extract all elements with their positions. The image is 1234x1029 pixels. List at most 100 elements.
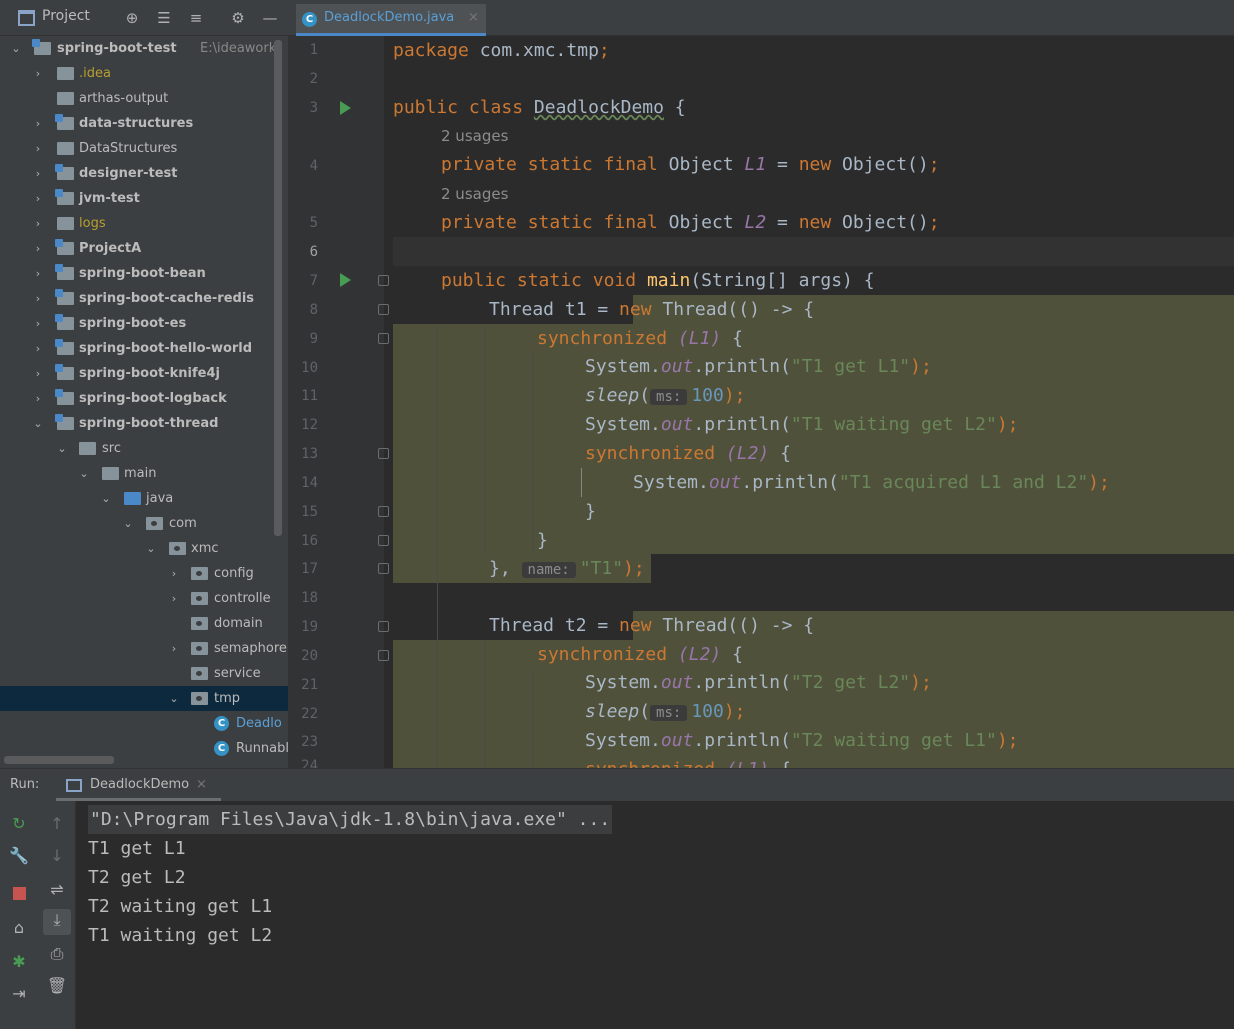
chevron-right-icon[interactable]: › [32, 236, 44, 261]
tree-item-spring-boot-es[interactable]: › spring-boot-es [0, 311, 288, 336]
fold-marker-icon[interactable] [378, 535, 389, 546]
module-folder-icon [55, 414, 74, 430]
chevron-down-icon[interactable]: ⌄ [100, 486, 112, 511]
run-tab-deadlockdemo[interactable]: DeadlockDemo × [56, 771, 221, 801]
tab-deadlockdemo-java[interactable]: C DeadlockDemo.java × [296, 4, 486, 36]
fold-marker-icon[interactable] [378, 506, 389, 517]
fold-marker-icon[interactable] [378, 275, 389, 286]
run-main-icon[interactable] [340, 273, 351, 287]
locate-file-icon[interactable]: ⊕ [122, 8, 142, 28]
close-icon[interactable]: × [468, 10, 479, 25]
tree-item-spring-boot-logback[interactable]: › spring-boot-logback [0, 386, 288, 411]
scroll-to-end-icon[interactable]: ⤓ [43, 909, 71, 935]
console-output[interactable]: "D:\Program Files\Java\jdk-1.8\bin\java.… [88, 805, 1228, 950]
code-text: (String[] args) { [690, 270, 875, 291]
exit-icon[interactable]: ⇥ [8, 983, 30, 1005]
tree-item-spring-boot-cache-redis[interactable]: › spring-boot-cache-redis [0, 286, 288, 311]
close-icon[interactable]: × [196, 777, 207, 792]
usages-hint[interactable]: 2 usages [441, 122, 508, 151]
fold-marker-icon[interactable] [378, 650, 389, 661]
chevron-down-icon[interactable]: ⌄ [122, 511, 134, 536]
rerun-icon[interactable]: ↻ [8, 813, 30, 835]
fold-marker-icon[interactable] [378, 304, 389, 315]
chevron-right-icon[interactable]: › [32, 286, 44, 311]
usages-hint[interactable]: 2 usages [441, 180, 508, 209]
fold-marker-icon[interactable] [378, 621, 389, 632]
chevron-right-icon[interactable]: › [32, 336, 44, 361]
tree-item-datastructures[interactable]: › DataStructures [0, 136, 288, 161]
run-label: Run: [10, 777, 40, 792]
fold-marker-icon[interactable] [378, 448, 389, 459]
chevron-down-icon[interactable]: ⌄ [145, 536, 157, 561]
tree-item-spring-boot-hello-world[interactable]: › spring-boot-hello-world [0, 336, 288, 361]
tree-item-arthas-output[interactable]: arthas-output [0, 86, 288, 111]
tree-item-designer-test[interactable]: › designer-test [0, 161, 288, 186]
tree-item-deadlockdemo[interactable]: C Deadlo [0, 711, 288, 736]
wrench-icon[interactable]: 🔧 [8, 845, 30, 867]
chevron-right-icon[interactable]: › [32, 136, 44, 161]
class-name: DeadlockDemo [533, 97, 664, 118]
tree-vertical-scrollbar[interactable] [274, 40, 282, 536]
collapse-all-icon[interactable]: ≡ [186, 8, 206, 28]
tree-item-java[interactable]: ⌄ java [0, 486, 288, 511]
debug-icon[interactable]: ✱ [8, 951, 30, 973]
tree-item-com[interactable]: ⌄ com [0, 511, 288, 536]
tree-item-projecta[interactable]: › ProjectA [0, 236, 288, 261]
soft-wrap-icon[interactable]: ⇌ [46, 879, 68, 901]
chevron-right-icon[interactable]: › [32, 261, 44, 286]
chevron-down-icon[interactable]: ⌄ [10, 36, 22, 61]
stop-icon[interactable] [8, 883, 30, 905]
chevron-right-icon[interactable]: › [168, 636, 180, 661]
tree-item-data-structures[interactable]: › data-structures [0, 111, 288, 136]
chevron-down-icon[interactable]: ⌄ [78, 461, 90, 486]
chevron-right-icon[interactable]: › [32, 186, 44, 211]
field-name: out [660, 672, 694, 693]
fold-marker-icon[interactable] [378, 563, 389, 574]
project-panel-title[interactable]: Project [42, 8, 90, 24]
chevron-right-icon[interactable]: › [168, 561, 180, 586]
chevron-right-icon[interactable]: › [32, 311, 44, 336]
camera-icon[interactable]: ⌂ [8, 917, 30, 939]
gear-icon[interactable]: ⚙ [228, 8, 248, 28]
tree-item-controller[interactable]: › controlle [0, 586, 288, 611]
code-line: synchronized (L2) { [585, 439, 791, 468]
tree-horizontal-scrollbar[interactable] [4, 756, 114, 764]
chevron-right-icon[interactable]: › [32, 211, 44, 236]
tree-item-domain[interactable]: domain [0, 611, 288, 636]
console-line: T2 waiting get L1 [88, 896, 273, 917]
tree-item-jvm-test[interactable]: › jvm-test [0, 186, 288, 211]
tree-item-main[interactable]: ⌄ main [0, 461, 288, 486]
chevron-right-icon[interactable]: › [168, 586, 180, 611]
code-area[interactable]: package com.xmc.tmp; public class Deadlo… [393, 36, 1234, 768]
tree-item-spring-boot-bean[interactable]: › spring-boot-bean [0, 261, 288, 286]
chevron-down-icon[interactable]: ⌄ [32, 411, 44, 436]
print-icon[interactable]: ⎙ [46, 943, 68, 965]
keyword: new [619, 299, 652, 320]
chevron-right-icon[interactable]: › [32, 361, 44, 386]
tree-item-idea[interactable]: › .idea [0, 61, 288, 86]
tree-item-tmp[interactable]: ⌄ tmp [0, 686, 288, 711]
code-text: }, [489, 558, 511, 579]
tree-item-spring-boot-knife4j[interactable]: › spring-boot-knife4j [0, 361, 288, 386]
hide-panel-icon[interactable]: — [260, 8, 280, 28]
trash-icon[interactable]: 🗑 [46, 975, 68, 997]
chevron-right-icon[interactable]: › [32, 386, 44, 411]
tree-item-config[interactable]: › config [0, 561, 288, 586]
fold-marker-icon[interactable] [378, 333, 389, 344]
tree-item-logs[interactable]: › logs [0, 211, 288, 236]
chevron-right-icon[interactable]: › [32, 111, 44, 136]
expand-all-icon[interactable]: ☰ [154, 8, 174, 28]
chevron-right-icon[interactable]: › [32, 61, 44, 86]
tree-item-semaphore[interactable]: › semaphore [0, 636, 288, 661]
tree-item-spring-boot-thread[interactable]: ⌄ spring-boot-thread [0, 411, 288, 436]
tree-item-src[interactable]: ⌄ src [0, 436, 288, 461]
chevron-down-icon[interactable]: ⌄ [168, 686, 180, 711]
tree-item-spring-boot-test[interactable]: ⌄ spring-boot-test E:\ideawork [0, 36, 288, 61]
arrow-down-icon[interactable]: ↓ [46, 845, 68, 867]
arrow-up-icon[interactable]: ↑ [46, 813, 68, 835]
tree-item-service[interactable]: service [0, 661, 288, 686]
chevron-right-icon[interactable]: › [32, 161, 44, 186]
run-class-icon[interactable] [340, 101, 351, 115]
chevron-down-icon[interactable]: ⌄ [56, 436, 68, 461]
tree-item-xmc[interactable]: ⌄ xmc [0, 536, 288, 561]
